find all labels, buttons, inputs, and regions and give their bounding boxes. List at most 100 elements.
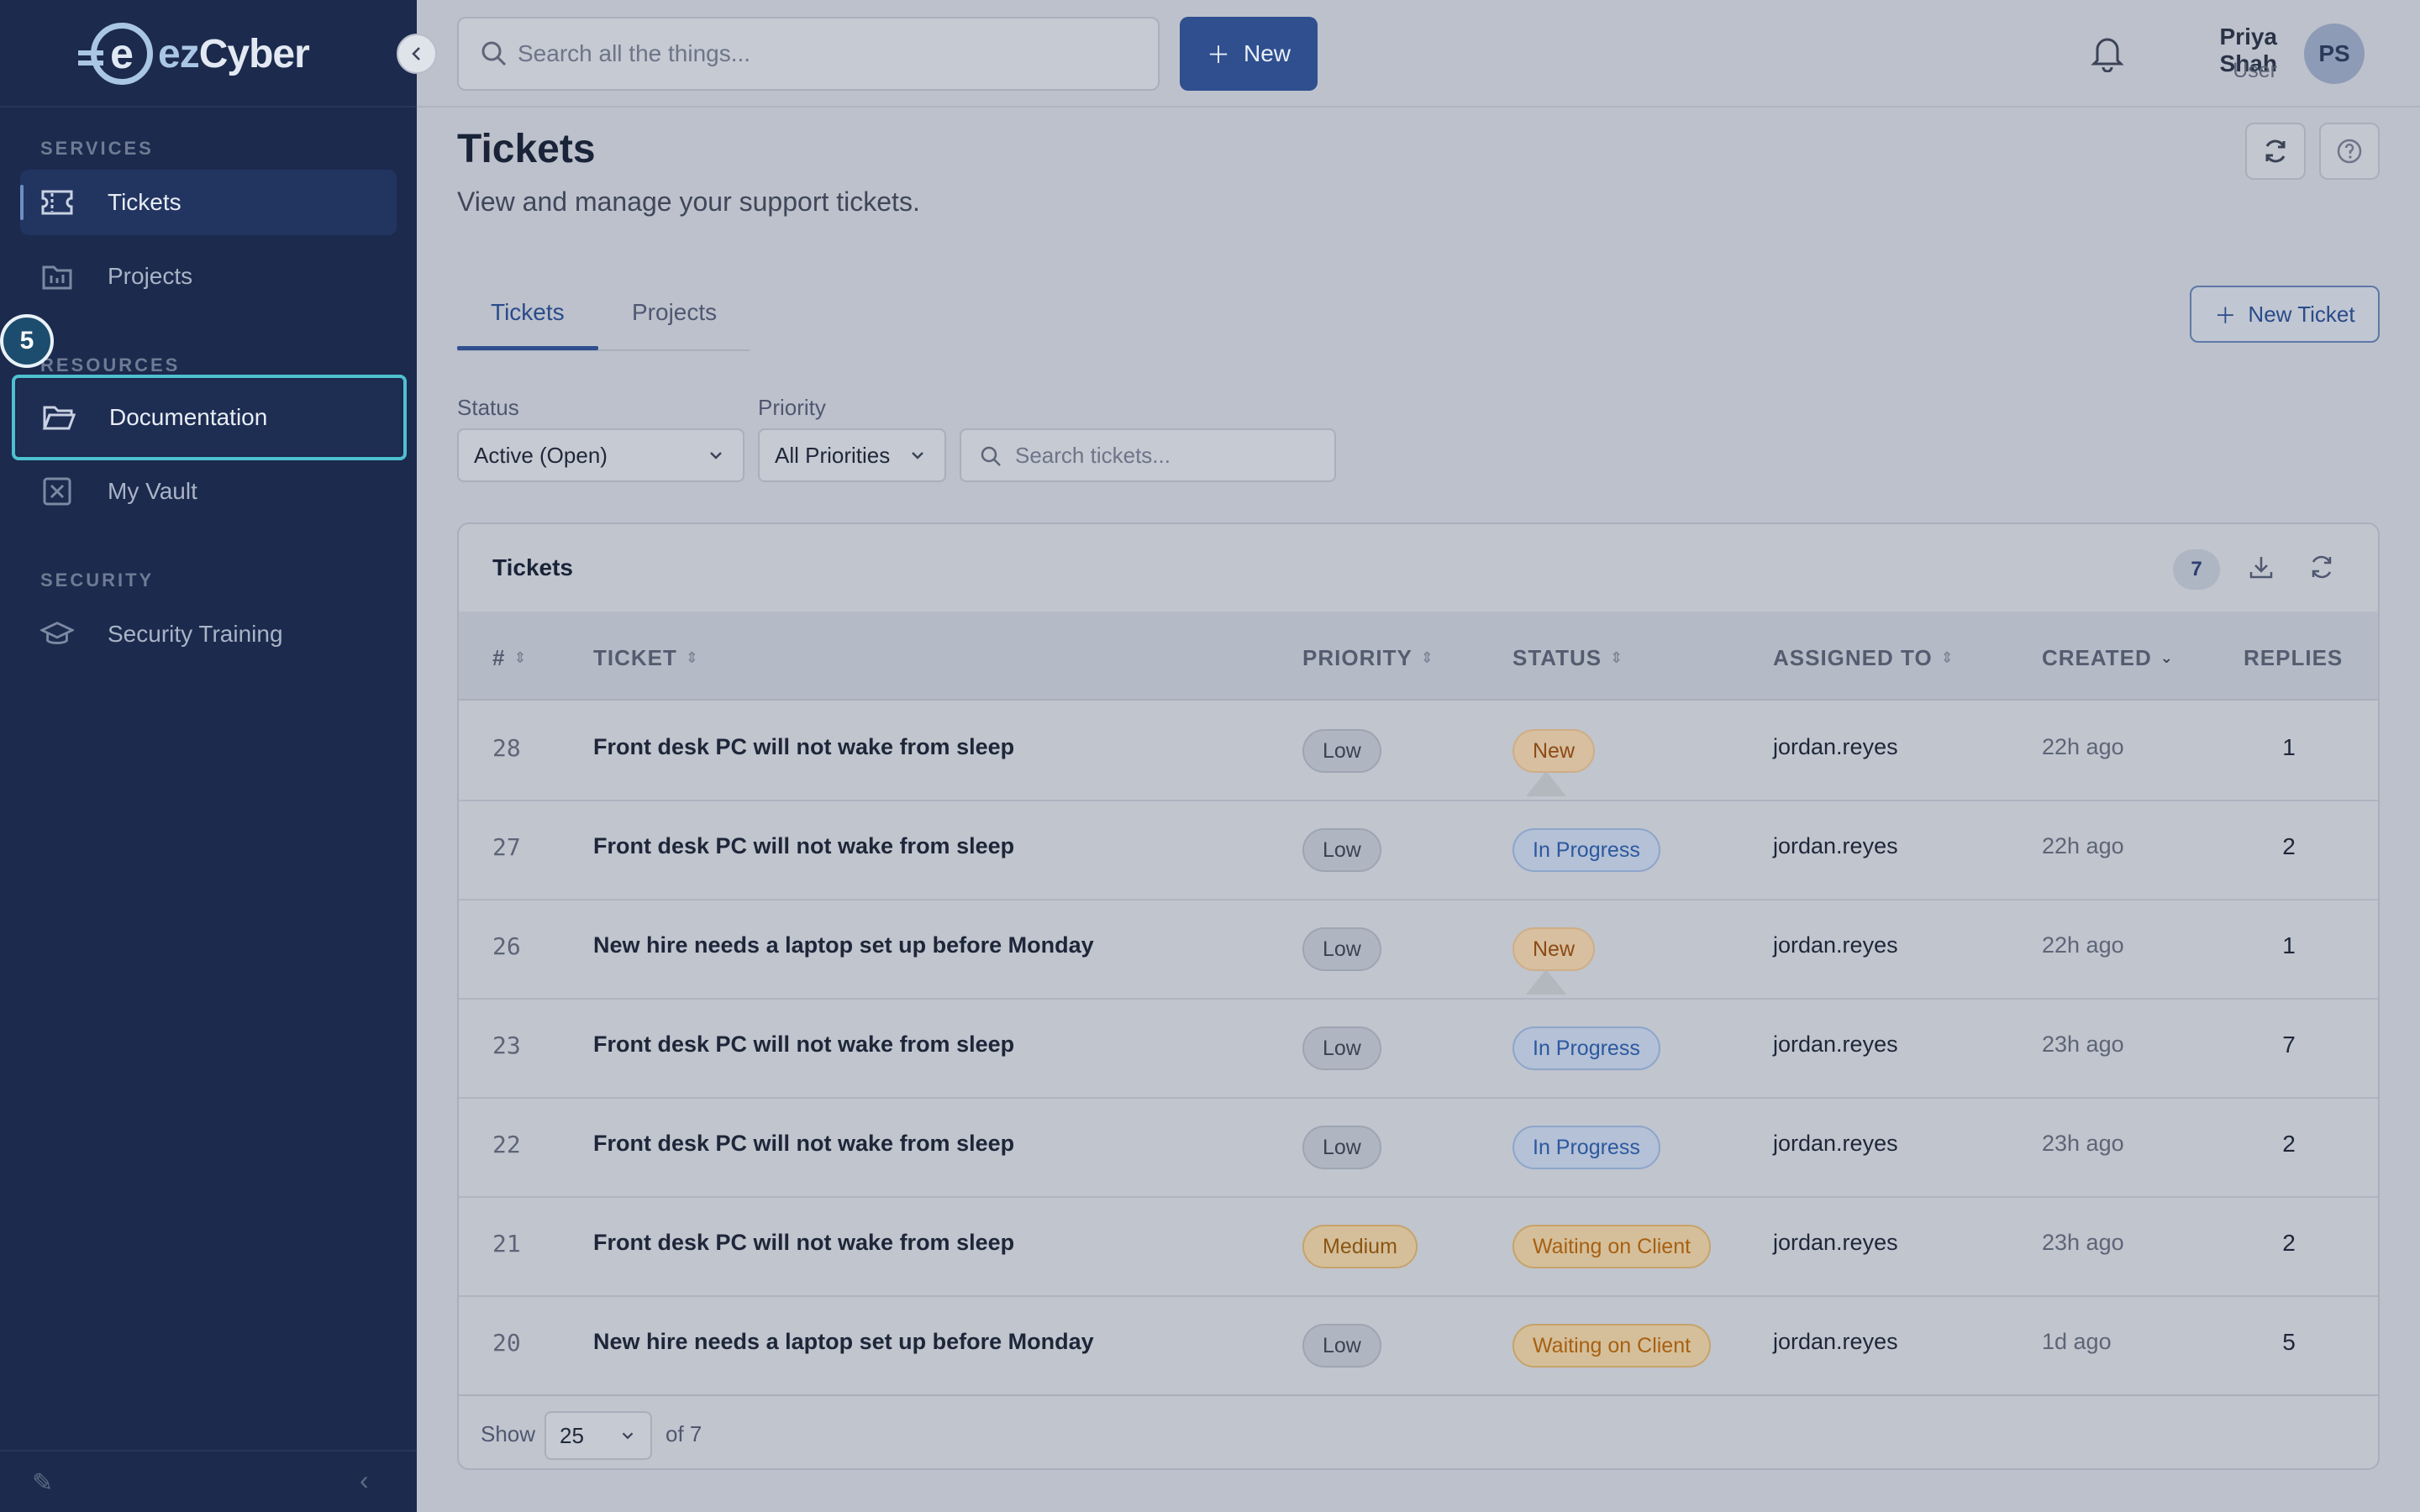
sidebar-item-security-training[interactable]: Security Training [20, 601, 397, 667]
refresh-page-button[interactable] [2245, 123, 2306, 180]
created-time: 22h ago [2042, 734, 2124, 759]
ticket-number: 27 [492, 833, 521, 861]
column-header-ticket[interactable]: TICKET ⇕ [593, 645, 699, 671]
section-label-resources: RESOURCES [40, 354, 181, 375]
sidebar-item-my-vault[interactable]: My Vault [20, 459, 397, 524]
ticket-title[interactable]: Front desk PC will not wake from sleep [593, 1131, 1014, 1157]
ticket-title[interactable]: New hire needs a laptop set up before Mo… [593, 932, 1094, 958]
table-row[interactable]: 20 New hire needs a laptop set up before … [459, 1297, 2378, 1396]
ticket-title[interactable]: Front desk PC will not wake from sleep [593, 734, 1014, 760]
assignee: jordan.reyes [1773, 1131, 1898, 1156]
ticket-number: 26 [492, 932, 521, 960]
sidebar-item-label: Projects [108, 263, 193, 289]
chevron-down-icon [622, 1432, 634, 1440]
ticket-number: 20 [492, 1329, 521, 1357]
avatar[interactable]: PS [2304, 24, 2365, 84]
brand-part-1: ez [158, 31, 200, 76]
priority-badge: Low [1302, 729, 1381, 773]
vault-icon [40, 475, 74, 508]
sidebar-item-documentation[interactable]: Documentation [12, 375, 407, 460]
ticket-title[interactable]: New hire needs a laptop set up before Mo… [593, 1329, 1094, 1355]
status-badge: In Progress [1512, 828, 1660, 872]
page-title: Tickets [457, 127, 596, 171]
ticket-title[interactable]: Front desk PC will not wake from sleep [593, 1032, 1014, 1058]
status-filter-select[interactable]: Active (Open) [457, 428, 744, 482]
column-header-assigned[interactable]: ASSIGNED TO ⇕ [1773, 645, 1954, 671]
chevron-down-icon [912, 452, 923, 459]
table-row[interactable]: 27 Front desk PC will not wake from sleep… [459, 801, 2378, 900]
new-button[interactable]: ＋ New [1180, 17, 1318, 91]
priority-badge: Medium [1302, 1225, 1418, 1268]
sidebar-item-label: Security Training [108, 621, 283, 647]
column-header-priority[interactable]: PRIORITY ⇕ [1302, 645, 1434, 671]
column-header-number[interactable]: # ⇕ [492, 645, 528, 671]
sidebar-toggle-button[interactable] [397, 34, 437, 74]
priority-badge: Low [1302, 828, 1381, 872]
sort-icon: ⇕ [1940, 649, 1954, 666]
new-ticket-button[interactable]: ＋ New Ticket [2190, 286, 2380, 343]
section-label-services: SERVICES [40, 138, 154, 159]
section-label-security: SECURITY [40, 570, 155, 591]
tab-tickets[interactable]: Tickets [491, 299, 565, 326]
download-icon[interactable] [2247, 553, 2275, 585]
assignee: jordan.reyes [1773, 1329, 1898, 1354]
table-row[interactable]: 22 Front desk PC will not wake from sleep… [459, 1099, 2378, 1198]
new-ticket-label: New Ticket [2248, 301, 2355, 327]
plus-icon: ＋ [2214, 302, 2237, 328]
status-badge: New [1512, 729, 1596, 773]
page-size-select[interactable]: 25 [544, 1411, 652, 1460]
collapse-sidebar-icon[interactable]: ‹ [360, 1465, 369, 1496]
sidebar-item-tickets[interactable]: Tickets [20, 170, 397, 235]
status-badge: In Progress [1512, 1126, 1660, 1169]
global-search-input[interactable]: Search all the things... [457, 17, 1160, 91]
assignee: jordan.reyes [1773, 1230, 1898, 1255]
column-header-status[interactable]: STATUS ⇕ [1512, 645, 1623, 671]
notifications-bell-icon[interactable] [2091, 34, 2124, 76]
graduation-cap-icon [40, 617, 74, 651]
page-size-value: 25 [560, 1422, 584, 1448]
column-header-created[interactable]: CREATED ⌄ [2042, 645, 2174, 671]
refresh-table-icon[interactable] [2307, 553, 2336, 585]
assignee: jordan.reyes [1773, 833, 1898, 858]
ticket-title[interactable]: Front desk PC will not wake from sleep [593, 1230, 1014, 1256]
brand-part-2: Cyber [198, 31, 310, 76]
status-badge: Waiting on Client [1512, 1324, 1712, 1368]
ticket-number: 21 [492, 1230, 521, 1257]
sort-icon: ⇕ [1610, 649, 1624, 666]
edit-pencil-icon[interactable]: ✎ [32, 1468, 53, 1498]
created-time: 23h ago [2042, 1230, 2124, 1255]
ticket-title[interactable]: Front desk PC will not wake from sleep [593, 833, 1014, 859]
table-row[interactable]: 26 New hire needs a laptop set up before … [459, 900, 2378, 1000]
status-filter-label: Status [457, 395, 519, 420]
priority-badge: Low [1302, 927, 1381, 971]
ticket-number: 22 [492, 1131, 521, 1158]
sort-icon: ⇕ [513, 649, 528, 666]
projects-icon [40, 260, 74, 293]
page-subtitle: View and manage your support tickets. [457, 186, 920, 217]
ticket-number: 28 [492, 734, 521, 762]
table-row[interactable]: 28 Front desk PC will not wake from sleep… [459, 702, 2378, 801]
column-header-replies: REPLIES [2244, 645, 2344, 670]
reply-count: 1 [2282, 734, 2296, 760]
search-icon [481, 41, 507, 66]
ticket-search-input[interactable]: Search tickets... [960, 428, 1336, 482]
refresh-icon [2265, 139, 2286, 163]
reply-count: 2 [2282, 1230, 2296, 1256]
table-row[interactable]: 23 Front desk PC will not wake from sleep… [459, 1000, 2378, 1099]
help-button[interactable] [2319, 123, 2380, 180]
tab-projects[interactable]: Projects [632, 299, 717, 326]
sidebar-item-projects[interactable]: Projects [20, 244, 397, 309]
folder-icon [42, 401, 76, 434]
active-tab-indicator [457, 346, 598, 350]
reply-count: 2 [2282, 1131, 2296, 1157]
table-row[interactable]: 21 Front desk PC will not wake from sleep… [459, 1198, 2378, 1297]
brand-logo[interactable]: e ezCyber [78, 20, 310, 87]
sidebar-item-label: Documentation [109, 404, 268, 430]
ticket-number: 23 [492, 1032, 521, 1059]
priority-filter-label: Priority [758, 395, 826, 420]
table-title: Tickets [492, 554, 573, 580]
sidebar-item-label: Tickets [108, 189, 182, 215]
priority-badge: Low [1302, 1026, 1381, 1070]
priority-badge: Low [1302, 1324, 1381, 1368]
priority-filter-select[interactable]: All Priorities [758, 428, 946, 482]
